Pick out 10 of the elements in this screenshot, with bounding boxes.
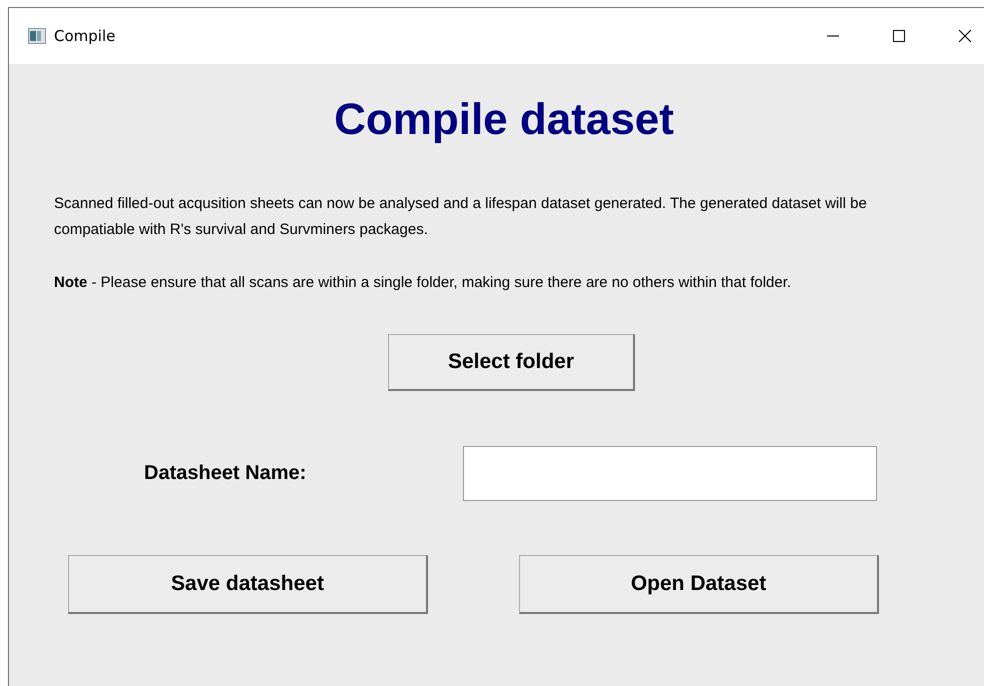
- action-button[interactable]: Save datasheet: [68, 555, 428, 614]
- window-title: Compile: [54, 27, 116, 45]
- field-label: Datasheet Name:: [144, 462, 308, 485]
- action-button[interactable]: Open Dataset: [519, 555, 879, 614]
- input-field[interactable]: [463, 446, 877, 501]
- select-folder-button[interactable]: Select folder: [388, 334, 635, 391]
- info-paragraph: Note - Please ensure that all scans are within a single folder, making sure there are no others within that folder.: [54, 273, 792, 293]
- info-paragraph: Scanned filled-out acqusition sheets can now be analysed and a lifespan dataset generated. The generated dataset will be compatiable with R's survival and Survminers packages.: [54, 194, 868, 240]
- dialog-heading: Compile dataset: [333, 94, 675, 146]
- app-icon: [28, 28, 46, 44]
